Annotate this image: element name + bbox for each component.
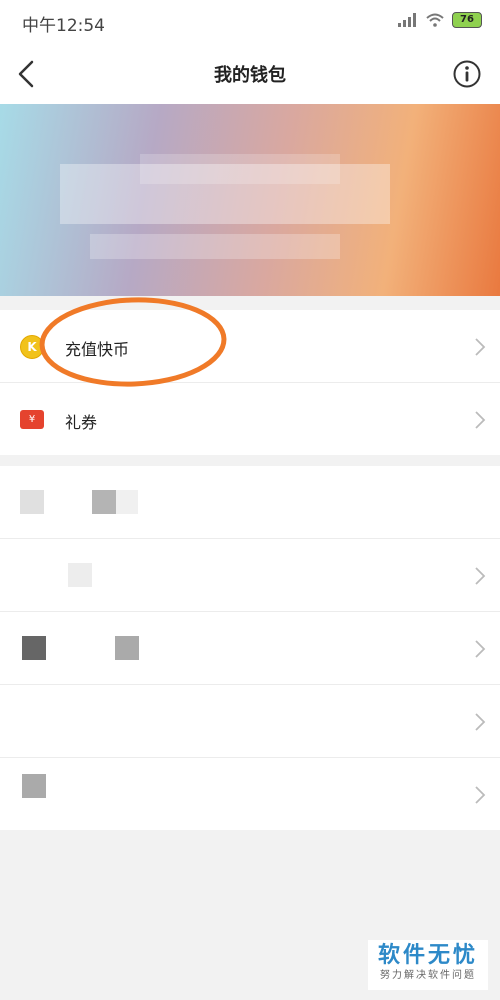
status-icons: 76 xyxy=(398,12,482,28)
blurred-region xyxy=(140,154,340,184)
blurred-icon xyxy=(20,490,44,514)
back-arrow-icon[interactable] xyxy=(10,52,50,96)
recharge-kuaibi-label: 充值快币 xyxy=(65,340,130,359)
watermark-subtitle: 努力解决软件问题 xyxy=(380,970,476,981)
blurred-icon xyxy=(22,774,46,798)
signal-icon xyxy=(398,13,416,27)
watermark-logo: 软件无忧 努力解决软件问题 xyxy=(368,940,488,990)
chevron-right-icon xyxy=(475,411,486,429)
wallet-menu: K 充值快币 ¥ 礼券 xyxy=(0,310,500,455)
chevron-right-icon xyxy=(475,567,486,585)
coupon-row[interactable]: ¥ 礼券 xyxy=(0,383,500,455)
recharge-kuaibi-row[interactable]: K 充值快币 xyxy=(0,310,500,383)
watermark-title: 软件无忧 xyxy=(377,943,478,968)
coupon-icon: ¥ xyxy=(20,410,44,429)
chevron-right-icon xyxy=(475,786,486,804)
wifi-icon xyxy=(426,13,444,27)
coupon-label: 礼券 xyxy=(65,413,98,432)
kuaibi-coin-icon: K xyxy=(20,335,44,359)
chevron-right-icon xyxy=(475,640,486,658)
wallet-menu-secondary xyxy=(0,466,500,830)
chevron-right-icon xyxy=(475,713,486,731)
nav-bar: 我的钱包 xyxy=(0,44,500,104)
list-item[interactable] xyxy=(0,685,500,758)
list-item[interactable] xyxy=(0,466,500,539)
status-time: 中午12:54 xyxy=(22,16,105,36)
info-icon[interactable] xyxy=(452,59,482,89)
battery-icon: 76 xyxy=(452,12,482,28)
wallet-banner xyxy=(0,104,500,296)
blurred-icon xyxy=(22,636,46,660)
list-item[interactable] xyxy=(0,612,500,685)
status-bar: 中午12:54 76 xyxy=(0,0,500,44)
list-item[interactable] xyxy=(0,539,500,612)
page-title: 我的钱包 xyxy=(214,65,286,86)
blurred-region xyxy=(90,234,340,259)
blurred-text xyxy=(115,636,139,660)
blurred-text xyxy=(116,490,138,514)
list-item[interactable] xyxy=(0,758,500,830)
blurred-text xyxy=(92,490,116,514)
chevron-right-icon xyxy=(475,338,486,356)
blurred-text xyxy=(68,563,92,587)
